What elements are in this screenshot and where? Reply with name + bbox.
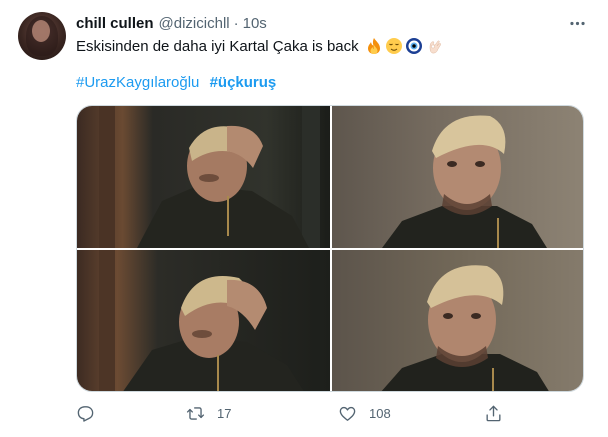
retweet-count: 17 (217, 405, 232, 421)
like-count: 108 (369, 405, 391, 421)
ok-hand-emoji (429, 40, 441, 54)
relieved-face-emoji (385, 38, 402, 54)
heart-icon (339, 406, 356, 421)
reply-button[interactable] (76, 402, 107, 424)
hashtag-list: #UrazKaygılaroğlu #üçkuruş (76, 74, 282, 91)
media-photo[interactable] (332, 106, 583, 248)
retweet-button[interactable]: 17 (186, 402, 231, 424)
author-handle[interactable]: @dizicichll (159, 15, 230, 32)
tweet-text: Eskisinden de daha iyi Kartal Çaka is ba… (76, 36, 443, 56)
hashtag-link[interactable]: #üçkuruş (210, 74, 277, 91)
media-photo[interactable] (77, 106, 330, 248)
share-button[interactable] (484, 402, 503, 424)
more-horizontal-icon (569, 21, 585, 25)
separator-dot: · (233, 14, 239, 32)
fire-emoji (367, 38, 380, 54)
tweet[interactable]: chill cullen @dizicichll · 10s Eskisinde… (0, 0, 608, 437)
tweet-text-body: Eskisinden de daha iyi Kartal Çaka is ba… (76, 37, 359, 55)
media-photo[interactable] (77, 250, 330, 391)
tweet-header: chill cullen @dizicichll · 10s (76, 13, 267, 33)
share-icon (486, 405, 501, 421)
nazar-amulet-emoji (405, 38, 422, 54)
retweet-icon (186, 406, 205, 420)
tweet-timestamp[interactable]: 10s (243, 15, 267, 32)
media-photo[interactable] (332, 250, 583, 391)
hashtag-link[interactable]: #UrazKaygılaroğlu (76, 74, 199, 91)
reply-icon (77, 405, 94, 422)
author-name[interactable]: chill cullen (76, 15, 154, 32)
media-grid (76, 105, 584, 392)
like-button[interactable]: 108 (338, 402, 391, 424)
more-options-button[interactable] (566, 12, 588, 34)
emoji-group (365, 37, 443, 55)
avatar[interactable] (18, 12, 66, 60)
tweet-actions: 17 108 (76, 402, 516, 424)
